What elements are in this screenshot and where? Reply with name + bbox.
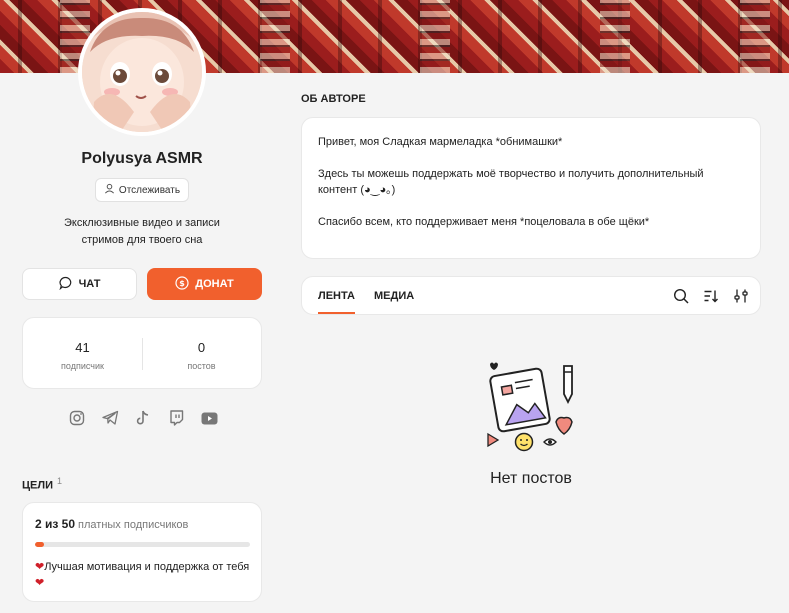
telegram-icon[interactable] <box>101 409 119 427</box>
empty-posts-illustration <box>484 360 580 452</box>
user-icon <box>104 183 115 197</box>
tab-feed[interactable]: ЛЕНТА <box>318 290 355 314</box>
twitch-icon[interactable] <box>167 409 185 427</box>
about-line: Спасибо всем, кто поддерживает меня *поц… <box>318 216 650 228</box>
profile-name: Polyusya ASMR <box>81 150 203 167</box>
goal-progress-fill <box>35 542 44 547</box>
heart-icon: ❤ <box>35 577 45 589</box>
heart-icon: ❤ <box>35 561 45 573</box>
chat-button[interactable]: ЧАТ <box>22 268 137 300</box>
goal-progress-bar <box>35 542 250 547</box>
goals-count: 1 <box>57 476 63 486</box>
about-line: Здесь ты можешь поддержать моё творчеств… <box>318 168 704 196</box>
donate-label: ДОНАТ <box>195 278 234 290</box>
content-tabs: ЛЕНТА МЕДИА <box>301 276 761 315</box>
goal-card[interactable]: 2 из 50 платных подписчиков ❤Лучшая мотив… <box>22 502 262 602</box>
follow-button[interactable]: Отслеживать <box>95 178 189 202</box>
filter-icon[interactable] <box>732 287 750 305</box>
chat-bubble-icon <box>58 276 73 293</box>
donate-button[interactable]: $ ДОНАТ <box>147 268 262 300</box>
sort-icon[interactable] <box>702 287 720 305</box>
follow-label: Отслеживать <box>118 184 181 196</box>
empty-posts-text: Нет постов <box>490 470 572 487</box>
avatar <box>78 8 206 136</box>
goal-progress-text: 2 из 50 платных подписчиков <box>35 517 188 531</box>
social-links <box>68 408 218 428</box>
about-card: Привет, моя Сладкая мармеладка *обнимашк… <box>301 117 761 259</box>
chat-label: ЧАТ <box>78 278 101 290</box>
posts-label: постов <box>187 361 216 371</box>
youtube-icon[interactable] <box>200 409 218 427</box>
goal-description: ❤Лучшая мотивация и поддержка от тебя❤ <box>35 561 250 589</box>
tab-media[interactable]: МЕДИА <box>374 290 414 302</box>
about-heading: ОБ АВТОРЕ <box>301 93 366 105</box>
about-line: Привет, моя Сладкая мармеладка *обнимашк… <box>318 136 563 148</box>
profile-description: Эксклюзивные видео и записи стримов для … <box>64 217 220 246</box>
instagram-icon[interactable] <box>68 409 86 427</box>
search-icon[interactable] <box>672 287 690 305</box>
subscribers-label: подписчик <box>61 361 104 371</box>
svg-text:$: $ <box>179 279 185 288</box>
stats-divider <box>142 338 143 370</box>
goal-current: 2 из 50 <box>35 517 76 531</box>
goal-unit: платных подписчиков <box>78 519 189 531</box>
goals-heading: ЦЕЛИ 1 <box>22 476 63 492</box>
coin-icon: $ <box>175 275 189 293</box>
subscribers-count: 41 <box>75 340 90 355</box>
stats-card: 41 подписчик 0 постов <box>22 317 262 389</box>
posts-stat[interactable]: 0 постов <box>142 318 261 388</box>
tiktok-icon[interactable] <box>134 409 152 427</box>
subscribers-stat[interactable]: 41 подписчик <box>23 318 142 388</box>
posts-count: 0 <box>197 340 206 355</box>
